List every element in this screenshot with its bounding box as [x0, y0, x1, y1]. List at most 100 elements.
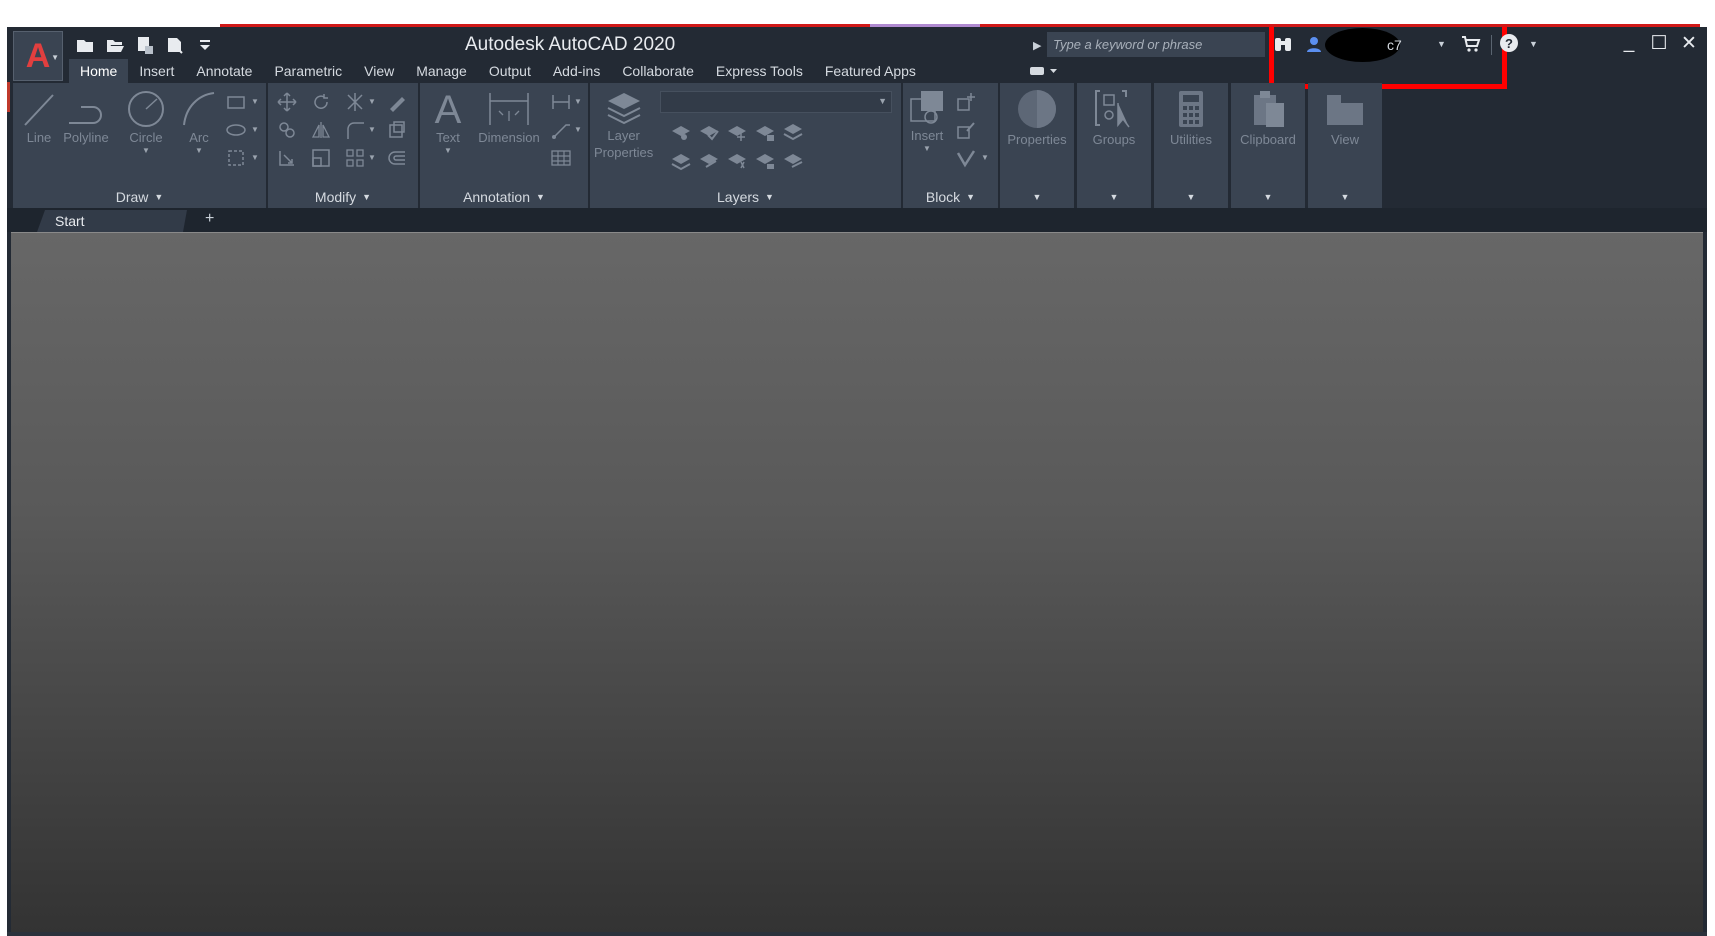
new-icon[interactable] — [73, 34, 97, 56]
open-icon[interactable] — [103, 34, 127, 56]
annotation-panel-title[interactable]: Annotation ▼ — [420, 186, 588, 208]
user-icon[interactable] — [1305, 35, 1323, 53]
tab-parametric[interactable]: Parametric — [263, 59, 353, 83]
line-tool[interactable]: Line — [21, 89, 57, 146]
tab-collaborate[interactable]: Collaborate — [611, 59, 705, 83]
chevron-down-icon[interactable]: ▼ — [923, 144, 931, 153]
clipboard-tool[interactable]: Clipboard — [1231, 87, 1305, 148]
layer-walk-icon[interactable] — [782, 149, 804, 171]
utilities-tool[interactable]: Utilities — [1154, 87, 1228, 148]
account-name[interactable]: c7 — [1387, 37, 1402, 53]
tab-annotate[interactable]: Annotate — [185, 59, 263, 83]
save-icon[interactable] — [133, 34, 157, 56]
maximize-icon[interactable]: ☐ — [1647, 32, 1671, 55]
new-tab-plus-icon[interactable]: + — [205, 210, 214, 228]
chevron-down-icon[interactable]: ▼ — [195, 146, 203, 155]
fillet-icon[interactable] — [344, 119, 366, 141]
layers-panel-title[interactable]: Layers ▼ — [590, 186, 901, 208]
move-icon[interactable] — [276, 91, 298, 113]
chevron-down-icon[interactable]: ▼ — [1437, 39, 1446, 49]
block-panel-title[interactable]: Block ▼ — [903, 186, 998, 208]
offset-icon[interactable] — [386, 147, 408, 169]
circle-tool[interactable]: Circle ▼ — [125, 89, 167, 155]
insert-tool[interactable]: Insert ▼ — [907, 87, 947, 153]
layer-unlock-icon[interactable] — [754, 149, 776, 171]
tab-featured-apps[interactable]: Featured Apps — [814, 59, 927, 83]
customize-caret-icon[interactable] — [193, 34, 217, 56]
linear-dimension-icon[interactable] — [550, 91, 572, 113]
layer-properties-tool[interactable]: Layer Properties — [594, 89, 653, 161]
hatch-icon[interactable] — [225, 119, 247, 141]
modify-panel-title[interactable]: Modify ▼ — [268, 186, 418, 208]
layer-merge-icon[interactable] — [782, 121, 804, 143]
boundary-icon[interactable] — [225, 147, 247, 169]
edit-block-icon[interactable] — [955, 119, 977, 141]
chevron-right-icon[interactable]: ▶ — [1033, 39, 1041, 52]
tab-home[interactable]: Home — [69, 59, 129, 83]
draw-panel-title[interactable]: Draw ▼ — [13, 186, 266, 208]
view-panel[interactable]: View ▼ — [1308, 83, 1382, 208]
drawing-canvas[interactable] — [11, 232, 1703, 933]
clipboard-panel[interactable]: Clipboard ▼ — [1231, 83, 1305, 208]
stretch-icon[interactable] — [276, 147, 298, 169]
text-tool[interactable]: A Text ▼ — [428, 87, 468, 155]
chevron-down-icon[interactable]: ▼ — [368, 153, 376, 162]
chevron-down-icon[interactable]: ▼ — [574, 97, 582, 106]
groups-panel-title[interactable]: ▼ — [1077, 186, 1151, 208]
layer-off-icon[interactable] — [670, 121, 692, 143]
minimize-icon[interactable]: _ — [1617, 32, 1641, 54]
chevron-down-icon[interactable]: ▼ — [574, 125, 582, 134]
layer-previous-icon[interactable] — [698, 149, 720, 171]
polyline-tool[interactable]: Polyline — [63, 89, 109, 146]
application-menu-button[interactable]: A ▼ — [13, 31, 63, 81]
binoculars-icon[interactable] — [1273, 35, 1293, 53]
ribbon-display-toggle-icon[interactable] — [1029, 65, 1059, 77]
utilities-panel[interactable]: Utilities ▼ — [1154, 83, 1228, 208]
edit-attributes-icon[interactable] — [955, 147, 977, 169]
chevron-down-icon[interactable]: ▼ — [981, 153, 989, 162]
help-icon[interactable]: ? — [1500, 34, 1518, 52]
copy-icon[interactable] — [276, 119, 298, 141]
arc-tool[interactable]: Arc ▼ — [178, 89, 220, 155]
table-icon[interactable] — [550, 147, 572, 169]
tab-express-tools[interactable]: Express Tools — [705, 59, 814, 83]
layer-dropdown[interactable]: ▼ — [660, 91, 892, 113]
erase-icon[interactable] — [386, 91, 408, 113]
leader-icon[interactable] — [550, 119, 572, 141]
chevron-down-icon[interactable]: ▼ — [368, 125, 376, 134]
rectangle-icon[interactable] — [225, 91, 247, 113]
search-input[interactable] — [1047, 32, 1265, 57]
chevron-down-icon[interactable]: ▼ — [251, 125, 259, 134]
scale-icon[interactable] — [310, 147, 332, 169]
layer-freeze-icon[interactable] — [726, 121, 748, 143]
close-icon[interactable]: ✕ — [1677, 32, 1701, 55]
properties-tool[interactable]: Properties — [1000, 87, 1074, 148]
groups-panel[interactable]: Groups ▼ — [1077, 83, 1151, 208]
rotate-icon[interactable] — [310, 91, 332, 113]
tab-output[interactable]: Output — [478, 59, 542, 83]
tab-view[interactable]: View — [353, 59, 405, 83]
chevron-down-icon[interactable]: ▼ — [368, 97, 376, 106]
properties-panel-title[interactable]: ▼ — [1000, 186, 1074, 208]
cart-icon[interactable] — [1461, 35, 1481, 53]
tab-insert[interactable]: Insert — [128, 59, 185, 83]
tab-manage[interactable]: Manage — [405, 59, 478, 83]
array-icon[interactable] — [344, 147, 366, 169]
tab-add-ins[interactable]: Add-ins — [542, 59, 611, 83]
plot-icon[interactable] — [163, 34, 187, 56]
layer-lock-icon[interactable] — [754, 121, 776, 143]
file-tab-start[interactable]: Start — [37, 210, 187, 232]
chevron-down-icon[interactable]: ▼ — [251, 153, 259, 162]
view-tool[interactable]: View — [1308, 87, 1382, 148]
clipboard-panel-title[interactable]: ▼ — [1231, 186, 1305, 208]
properties-panel[interactable]: Properties ▼ — [1000, 83, 1074, 208]
chevron-down-icon[interactable]: ▼ — [142, 146, 150, 155]
chevron-down-icon[interactable]: ▼ — [444, 146, 452, 155]
mirror-icon[interactable] — [310, 119, 332, 141]
trim-icon[interactable] — [344, 91, 366, 113]
explode-icon[interactable] — [386, 119, 408, 141]
layer-match-icon[interactable] — [670, 149, 692, 171]
create-block-icon[interactable] — [955, 91, 977, 113]
chevron-down-icon[interactable]: ▼ — [251, 97, 259, 106]
chevron-down-icon[interactable]: ▼ — [1529, 39, 1538, 49]
